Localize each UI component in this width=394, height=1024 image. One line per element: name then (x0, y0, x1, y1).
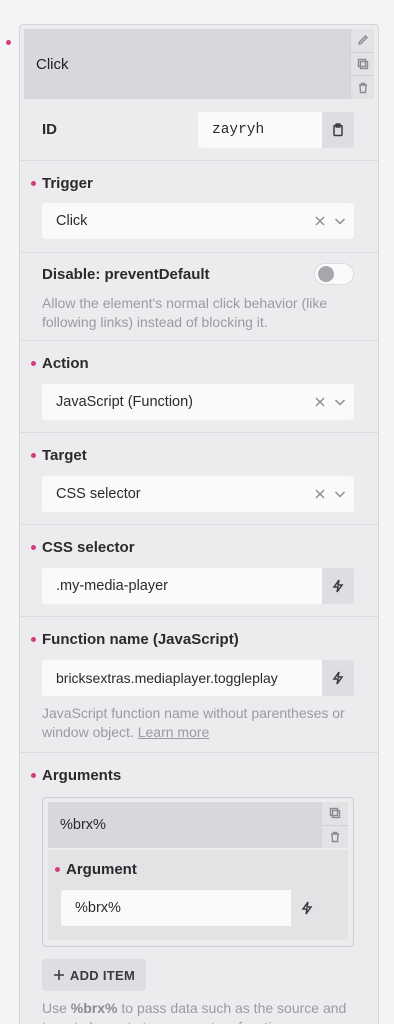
edit-icon (357, 35, 368, 46)
clear-icon[interactable] (314, 488, 326, 500)
function-name-label: Function name (JavaScript) (31, 631, 239, 648)
id-label: ID (42, 121, 57, 138)
trigger-value: Click (56, 213, 88, 229)
interaction-panel: Click ID zayryh Trigger Click Disable: p… (19, 24, 379, 1024)
trigger-row: Trigger Click (20, 161, 378, 253)
target-value: CSS selector (56, 486, 141, 502)
arguments-help-text: Use %brx% to pass data such as the sourc… (42, 1000, 347, 1024)
target-row: Target CSS selector (20, 433, 378, 525)
learn-more-link[interactable]: Learn more (138, 724, 210, 740)
copy-icon (329, 808, 341, 819)
action-select[interactable]: JavaScript (Function) (42, 384, 354, 420)
id-input[interactable]: zayryh (198, 112, 322, 148)
modified-dot (31, 453, 36, 458)
action-value: JavaScript (Function) (56, 394, 193, 410)
chevron-down-icon (335, 399, 345, 406)
argument-item-actions (322, 802, 348, 848)
function-name-input[interactable]: bricksextras.mediaplayer.toggleplay (42, 660, 322, 696)
delete-button[interactable] (350, 76, 374, 100)
copy-icon (357, 58, 368, 70)
modified-dot (31, 361, 36, 366)
prevent-default-row: Disable: preventDefault Allow the elemen… (20, 253, 378, 341)
add-item-label: ADD ITEM (69, 967, 136, 983)
duplicate-item-button[interactable] (322, 802, 348, 826)
prevent-default-description: Allow the element's normal click behavio… (42, 295, 328, 330)
function-name-description: JavaScript function name without parenth… (42, 705, 345, 740)
delete-item-button[interactable] (322, 825, 348, 848)
function-name-row: Function name (JavaScript) bricksextras.… (20, 617, 378, 753)
lightning-bolt-icon (301, 901, 313, 915)
function-name-value: bricksextras.mediaplayer.toggleplay (56, 670, 278, 686)
interaction-indicator-dot (6, 40, 11, 45)
target-select[interactable]: CSS selector (42, 476, 354, 512)
action-row: Action JavaScript (Function) (20, 341, 378, 433)
interaction-header[interactable]: Click (24, 29, 350, 99)
clear-icon[interactable] (314, 396, 326, 408)
argument-item-header[interactable]: %brx% (48, 802, 322, 848)
argument-item-body: Argument %brx% (48, 850, 348, 940)
id-value: zayryh (212, 122, 265, 138)
dynamic-data-button[interactable] (291, 890, 323, 926)
toggle-knob (318, 266, 334, 282)
arguments-label: Arguments (31, 767, 121, 784)
brx-code: %brx% (70, 1000, 118, 1016)
dynamic-data-button[interactable] (322, 660, 354, 696)
trash-icon (331, 831, 339, 842)
lightning-bolt-icon (332, 579, 344, 593)
duplicate-button[interactable] (350, 52, 374, 77)
trash-icon (358, 82, 367, 93)
chevron-down-icon (335, 218, 345, 225)
css-selector-value: .my-media-player (56, 578, 168, 594)
prevent-default-toggle[interactable] (314, 263, 354, 285)
header-actions (350, 29, 374, 100)
argument-input[interactable]: %brx% (61, 890, 291, 926)
modified-dot (31, 773, 36, 778)
action-label: Action (31, 355, 89, 372)
modified-dot (31, 637, 36, 642)
argument-item-title: %brx% (60, 817, 106, 833)
lightning-bolt-icon (332, 671, 344, 685)
arguments-repeater: %brx% Argument %brx% (42, 797, 354, 947)
modified-dot (31, 545, 36, 550)
copy-id-button[interactable] (322, 112, 354, 148)
clipboard-icon (333, 123, 343, 137)
css-selector-label: CSS selector (31, 539, 135, 556)
css-selector-input[interactable]: .my-media-player (42, 568, 322, 604)
trigger-select[interactable]: Click (42, 203, 354, 239)
plus-icon (53, 970, 64, 980)
modified-dot (55, 867, 60, 872)
prevent-default-label: Disable: preventDefault (42, 266, 210, 283)
argument-label: Argument (55, 861, 137, 878)
id-row: ID zayryh (20, 101, 378, 161)
clear-icon[interactable] (314, 215, 326, 227)
target-label: Target (31, 447, 87, 464)
interaction-title: Click (36, 55, 69, 73)
trigger-label: Trigger (31, 175, 93, 192)
css-selector-row: CSS selector .my-media-player (20, 525, 378, 617)
modified-dot (31, 181, 36, 186)
chevron-down-icon (335, 491, 345, 498)
dynamic-data-button[interactable] (322, 568, 354, 604)
add-item-button[interactable]: ADD ITEM (42, 959, 146, 991)
argument-value: %brx% (75, 900, 121, 916)
edit-button[interactable] (350, 29, 374, 53)
